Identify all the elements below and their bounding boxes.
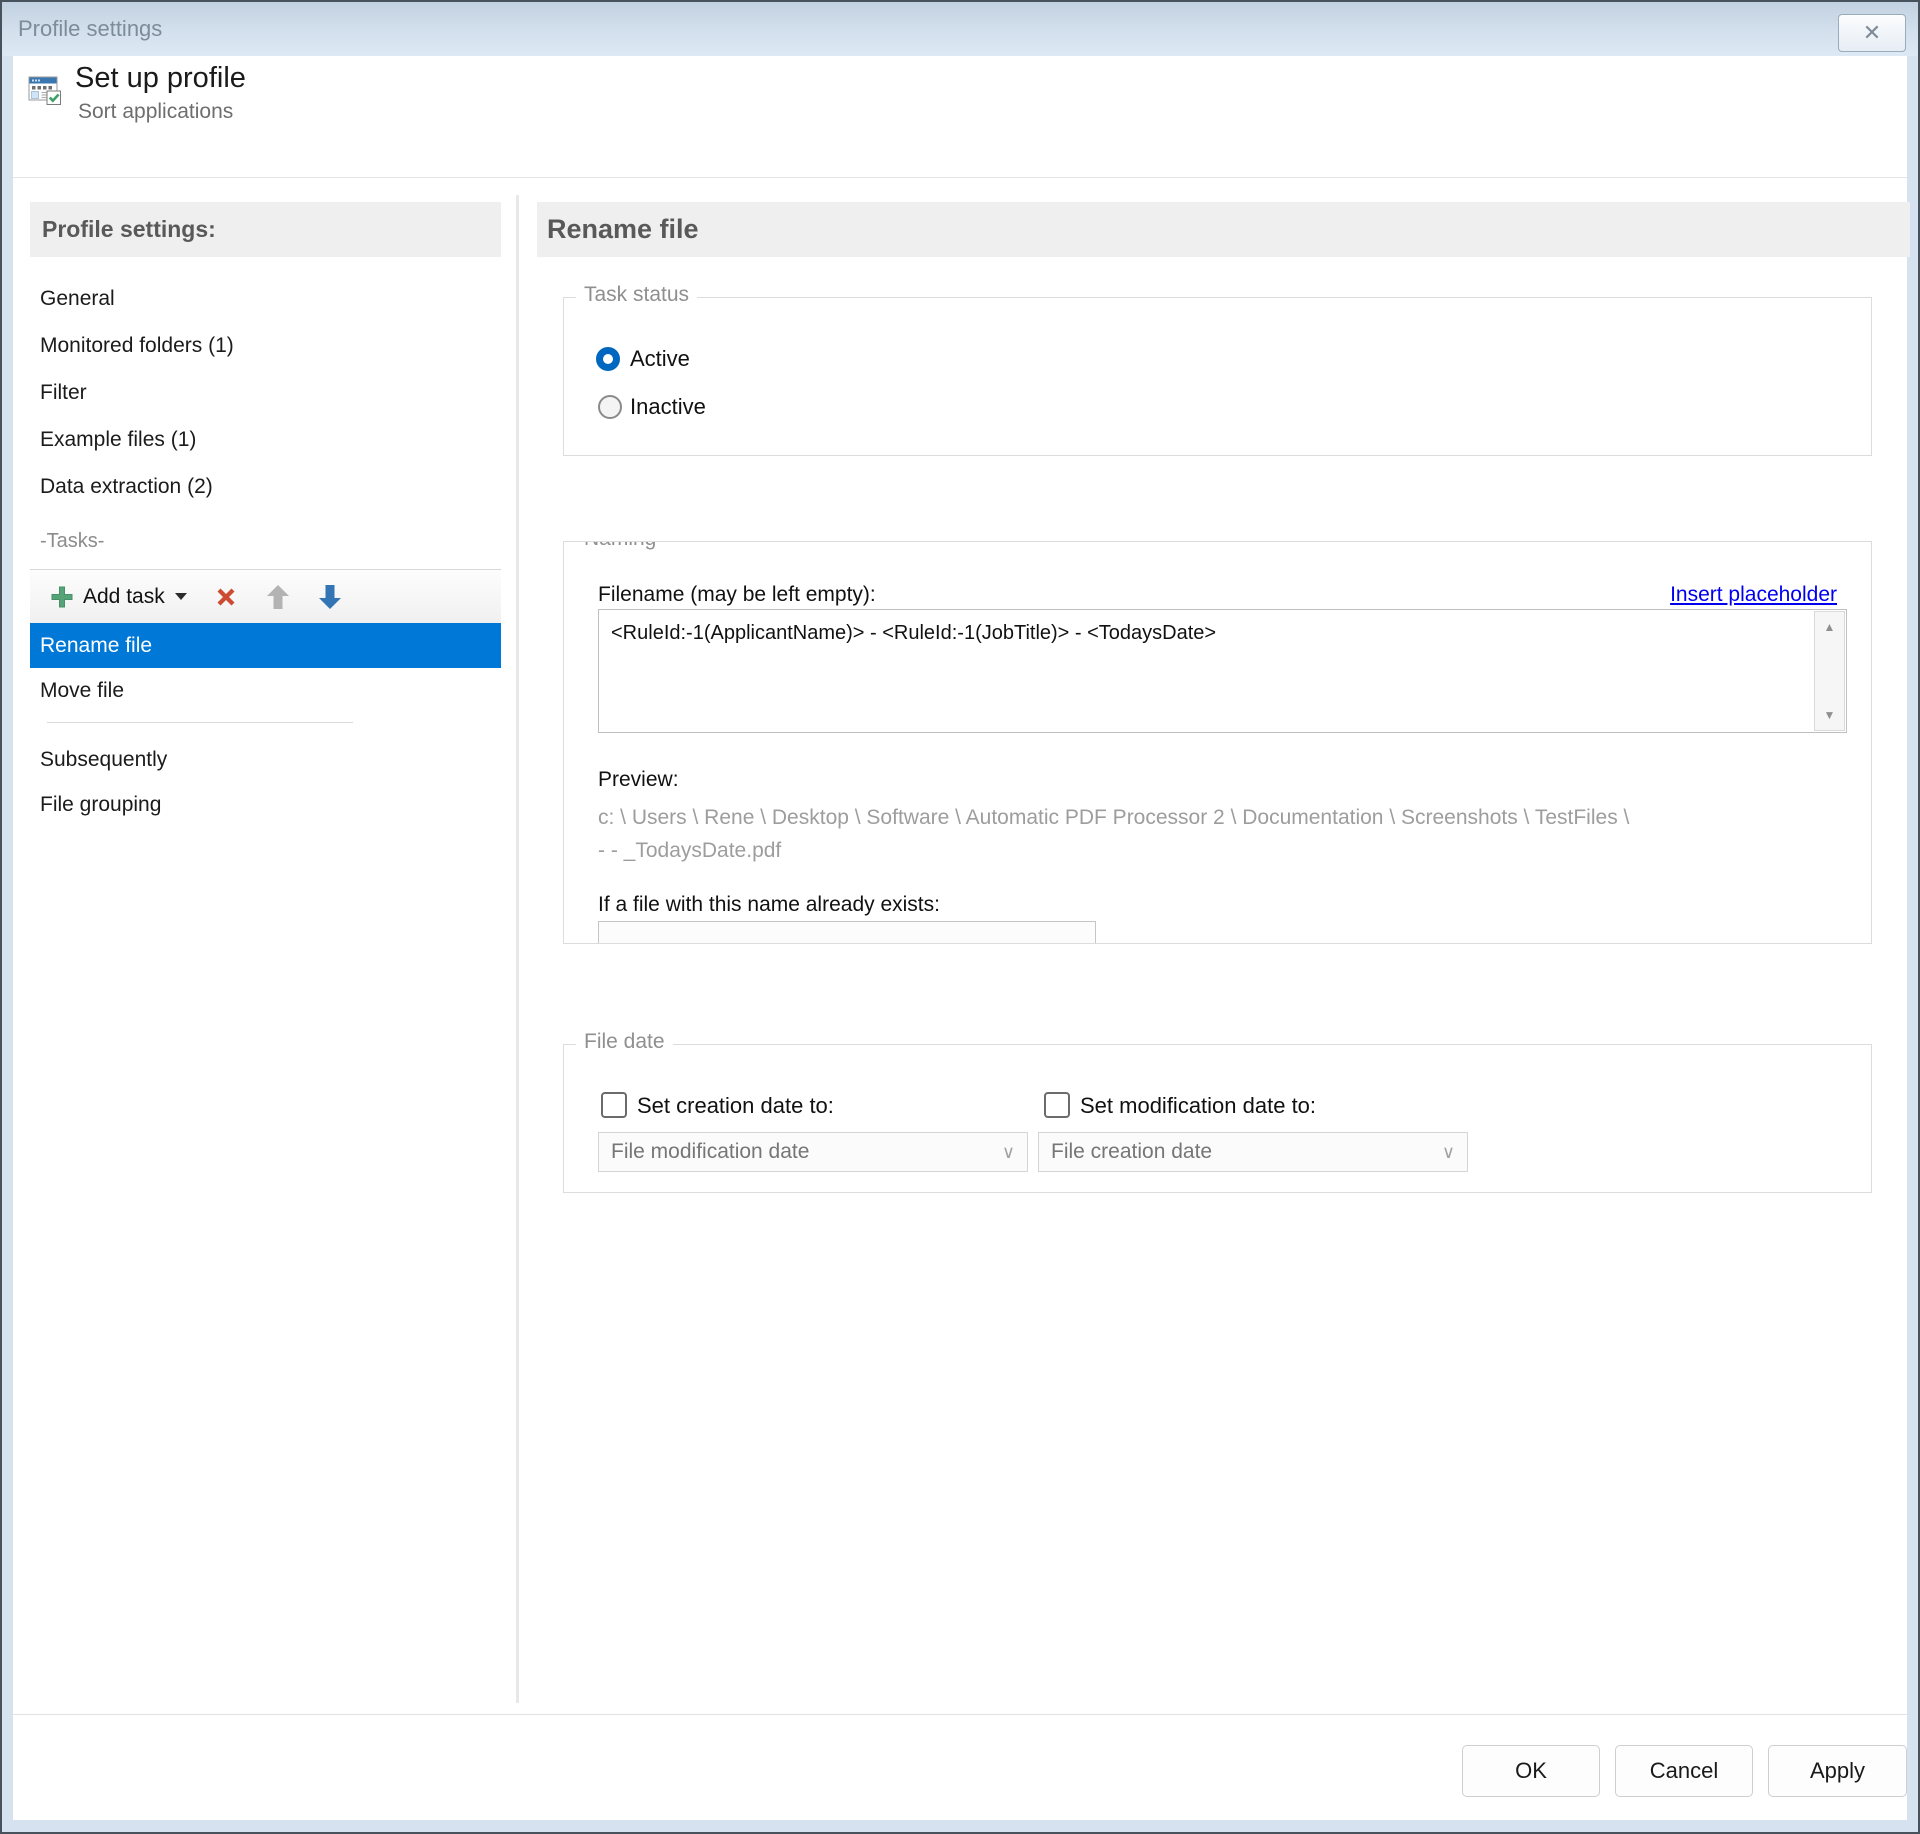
active-radio-label[interactable]: Active [630, 345, 690, 373]
scroll-down-icon[interactable]: ▼ [1815, 708, 1844, 722]
titlebar: Profile settings ✕ [2, 2, 1918, 56]
page-title: Set up profile [75, 62, 246, 95]
filename-label: Filename (may be left empty): [598, 582, 876, 608]
move-task-up-button[interactable] [265, 583, 291, 611]
chevron-down-icon: ∨ [1002, 1133, 1015, 1171]
window-title: Profile settings [18, 2, 162, 56]
cancel-button[interactable]: Cancel [1615, 1745, 1753, 1797]
add-task-plus-icon [50, 585, 74, 609]
set-modification-date-checkbox[interactable] [1044, 1092, 1070, 1118]
sidebar-item-file-grouping[interactable]: File grouping [30, 782, 501, 827]
naming-legend: Naming [576, 541, 664, 551]
scroll-up-icon[interactable]: ▲ [1815, 620, 1844, 634]
inactive-radio-label[interactable]: Inactive [630, 393, 706, 421]
sidebar-item-subsequently[interactable]: Subsequently [30, 737, 501, 782]
sidebar-item-data-extraction[interactable]: Data extraction (2) [30, 463, 501, 510]
apply-button[interactable]: Apply [1768, 1745, 1907, 1797]
main-panel-title: Rename file [537, 202, 1910, 257]
creation-date-select-value: File modification date [611, 1140, 809, 1163]
filename-scrollbar[interactable]: ▲ ▼ [1814, 611, 1845, 731]
move-down-arrow-icon [317, 583, 343, 611]
add-task-label: Add task [83, 585, 165, 609]
set-creation-date-checkbox[interactable] [601, 1092, 627, 1118]
file-date-group: File date Set creation date to: Set modi… [563, 1044, 1872, 1193]
task-status-legend: Task status [576, 283, 697, 307]
add-task-caret-icon [175, 593, 187, 600]
page-subtitle: Sort applications [78, 100, 233, 124]
delete-task-button[interactable] [213, 584, 239, 610]
sidebar-main-divider [516, 195, 519, 1703]
modification-date-select[interactable]: File creation date ∨ [1038, 1132, 1468, 1172]
file-exists-label: If a file with this name already exists: [598, 892, 940, 918]
insert-placeholder-link[interactable]: Insert placeholder [1670, 582, 1837, 608]
set-creation-date-label[interactable]: Set creation date to: [637, 1092, 834, 1120]
sidebar-item-general[interactable]: General [30, 275, 501, 322]
footer-divider [13, 1714, 1907, 1715]
filename-value: <RuleId:-1(ApplicantName)> - <RuleId:-1(… [611, 619, 1802, 647]
sidebar-item-filter[interactable]: Filter [30, 369, 501, 416]
task-item-rename-file[interactable]: Rename file [30, 623, 501, 668]
inactive-radio[interactable] [598, 395, 622, 419]
task-list-separator [47, 722, 353, 723]
sidebar-heading: Profile settings: [30, 202, 501, 257]
modification-date-select-value: File creation date [1051, 1140, 1212, 1163]
sidebar-item-example-files[interactable]: Example files (1) [30, 416, 501, 463]
file-date-legend: File date [576, 1030, 673, 1054]
move-task-down-button[interactable] [317, 583, 343, 611]
tasks-section-label: -Tasks- [40, 526, 104, 556]
task-item-move-file[interactable]: Move file [30, 668, 501, 713]
set-modification-date-label[interactable]: Set modification date to: [1080, 1092, 1316, 1120]
dialog-content: Set up profile Sort applications Profile… [13, 56, 1907, 1820]
move-up-arrow-icon [265, 583, 291, 611]
active-radio[interactable] [596, 347, 620, 371]
header-divider [13, 177, 1907, 178]
preview-label: Preview: [598, 767, 679, 793]
naming-group: Naming Filename (may be left empty): Ins… [563, 541, 1872, 944]
ok-button[interactable]: OK [1462, 1745, 1600, 1797]
add-task-button[interactable]: Add task [50, 585, 187, 609]
profile-settings-dialog: Profile settings ✕ Set up profile Sort a… [0, 0, 1920, 1834]
close-button[interactable]: ✕ [1838, 14, 1906, 52]
file-exists-select[interactable] [598, 921, 1096, 944]
preview-path: c: \ Users \ Rene \ Desktop \ Software \… [598, 801, 1638, 867]
task-toolbar: Add task [30, 569, 501, 623]
sidebar-item-monitored-folders[interactable]: Monitored folders (1) [30, 322, 501, 369]
setup-profile-icon [26, 70, 64, 108]
close-icon: ✕ [1863, 20, 1881, 45]
delete-task-x-icon [213, 584, 239, 610]
creation-date-select[interactable]: File modification date ∨ [598, 1132, 1028, 1172]
filename-input[interactable]: <RuleId:-1(ApplicantName)> - <RuleId:-1(… [598, 609, 1847, 733]
chevron-down-icon: ∨ [1442, 1133, 1455, 1171]
task-status-group: Task status Active Inactive [563, 297, 1872, 456]
